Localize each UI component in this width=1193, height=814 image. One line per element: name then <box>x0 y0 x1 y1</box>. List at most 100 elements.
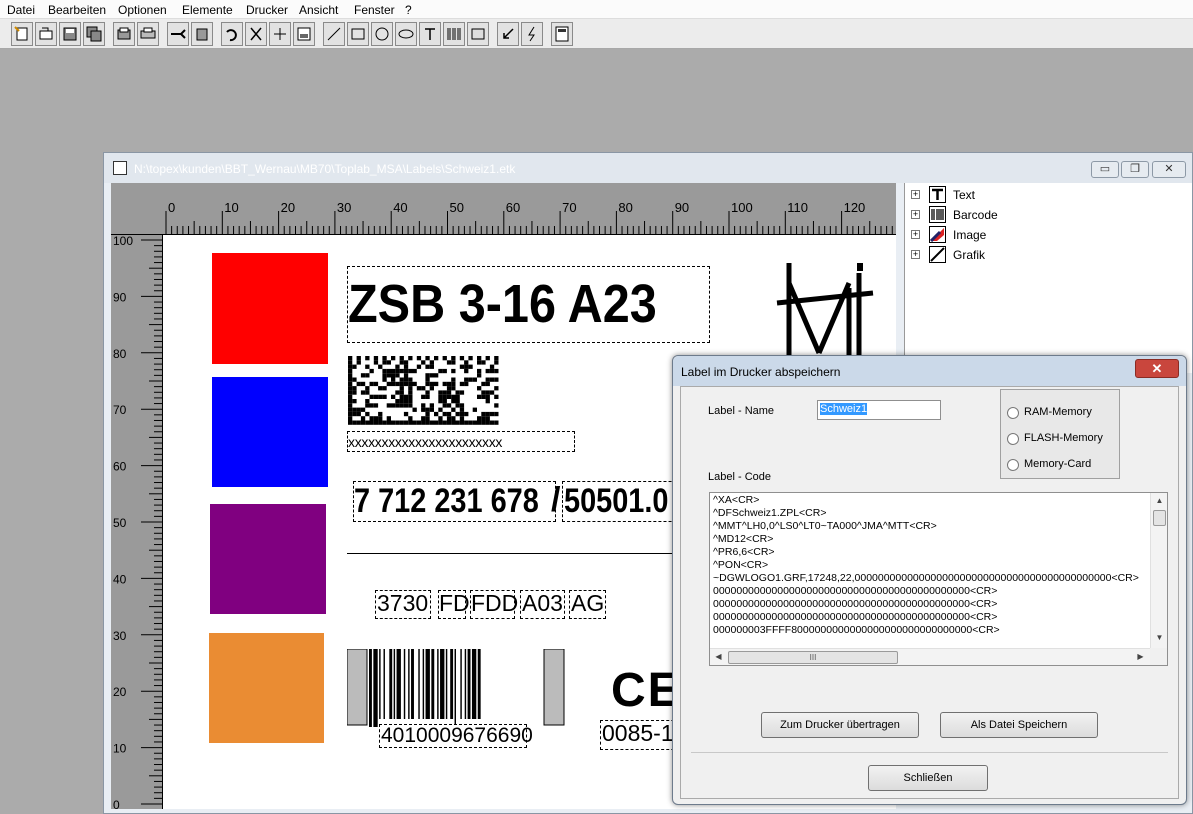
matrix-module <box>464 368 469 374</box>
matrix-module <box>489 377 495 382</box>
scissors-icon[interactable] <box>167 22 189 46</box>
close-dialog-button[interactable]: Schließen <box>868 765 988 791</box>
matrix-module <box>391 377 396 382</box>
calculator-icon[interactable] <box>551 22 573 46</box>
open-icon[interactable] <box>35 22 57 46</box>
matrix-module <box>451 356 456 361</box>
matrix-module <box>481 390 486 395</box>
matrix-module <box>429 373 434 378</box>
expand-icon[interactable]: + <box>911 190 920 199</box>
radio-circle[interactable] <box>1007 407 1019 419</box>
scroll-right-icon[interactable]: ▶ <box>1132 652 1149 661</box>
code-text-5: AG <box>571 590 605 616</box>
vertical-scrollbar[interactable]: ▲ ▼ <box>1150 493 1167 648</box>
matrix-module <box>468 356 473 361</box>
horizontal-scrollbar[interactable]: ◀ III ▶ <box>710 648 1150 665</box>
transfer-to-printer-button[interactable]: Zum Drucker übertragen <box>761 712 919 738</box>
restore-button[interactable]: ❐ <box>1121 161 1149 178</box>
ruler-label: 90 <box>113 290 127 304</box>
save-icon[interactable] <box>59 22 81 46</box>
headline-text: ZSB 3-16 A23 <box>348 274 657 334</box>
barcode-bar <box>418 649 420 719</box>
document-titlebar[interactable]: N:\topex\kunden\BBT_Wernau\MB70\Toplab_M… <box>104 153 1192 183</box>
scroll-up-icon[interactable]: ▲ <box>1151 496 1167 505</box>
matrix-module <box>373 360 379 365</box>
print-preview-icon[interactable] <box>113 22 135 46</box>
arrow-down-icon[interactable] <box>497 22 519 46</box>
menu-bearbeiten[interactable]: Bearbeiten <box>48 3 106 17</box>
image-tool-icon[interactable] <box>467 22 489 46</box>
menu-drucker[interactable]: Drucker <box>246 3 288 17</box>
matrix-module <box>481 360 486 365</box>
matrix-module <box>348 373 353 378</box>
matrix-module <box>421 394 426 399</box>
close-button[interactable]: ✕ <box>1152 161 1186 178</box>
save-all-icon[interactable] <box>83 22 105 46</box>
scroll-left-icon[interactable]: ◀ <box>710 652 727 661</box>
part-number-2-text: 50501.0 <box>564 482 669 520</box>
barcode-bar <box>450 649 454 719</box>
barcode-tool-icon[interactable] <box>443 22 465 46</box>
purple-square[interactable] <box>210 504 326 614</box>
minimize-button[interactable]: ▭ <box>1091 161 1119 178</box>
horizontal-scroll-thumb[interactable]: III <box>728 651 898 664</box>
new-icon[interactable] <box>11 22 33 46</box>
ellipse-tool-icon[interactable] <box>395 22 417 46</box>
align-icon[interactable] <box>269 22 291 46</box>
radio-circle[interactable] <box>1007 459 1019 471</box>
matrix-module <box>378 420 383 425</box>
barcode-bar <box>445 649 448 719</box>
matrix-module <box>438 368 443 374</box>
matrix-module <box>485 381 490 387</box>
menu-help[interactable]: ? <box>405 3 412 17</box>
text-tool-icon[interactable] <box>419 22 441 46</box>
blue-square[interactable] <box>212 377 328 487</box>
dialog-titlebar[interactable]: Label im Drucker abspeichern ✕ <box>673 356 1186 386</box>
matrix-module <box>434 373 439 378</box>
expand-icon[interactable]: + <box>911 210 920 219</box>
matrix-module <box>434 356 439 361</box>
ean-barcode[interactable] <box>347 649 566 728</box>
dialog-close-button[interactable]: ✕ <box>1135 359 1179 378</box>
matrix-module <box>442 368 447 374</box>
expand-icon[interactable]: + <box>911 250 920 259</box>
menu-optionen[interactable]: Optionen <box>118 3 167 17</box>
rectangle-tool-icon[interactable] <box>347 22 369 46</box>
scroll-down-icon[interactable]: ▼ <box>1151 633 1167 642</box>
matrix-module <box>382 368 387 374</box>
vertical-scroll-thumb[interactable] <box>1153 510 1166 526</box>
matrix-module <box>369 381 374 387</box>
paste-icon[interactable] <box>191 22 213 46</box>
matrix-module <box>348 416 353 421</box>
label-code-textarea[interactable]: ^XA<CR> ^DFSchweiz1.ZPL<CR> ^MMT^LH0,0^LS0… <box>709 492 1168 666</box>
menu-elemente[interactable]: Elemente <box>182 3 233 17</box>
lightning-icon[interactable] <box>521 22 543 46</box>
element-tree[interactable]: + Text + Barcode + Image + Grafik <box>904 183 1192 373</box>
ruler-label: 100 <box>113 235 133 248</box>
cut-icon[interactable] <box>245 22 267 46</box>
barcode-bar <box>383 649 385 719</box>
line-tool-icon[interactable] <box>323 22 345 46</box>
matrix-module <box>477 420 482 425</box>
save-label-dialog: Label im Drucker abspeichern ✕ Label - N… <box>672 355 1187 805</box>
matrix-module <box>485 411 490 417</box>
save-as-file-button[interactable]: Als Datei Speichern <box>940 712 1098 738</box>
menu-datei[interactable]: Datei <box>7 3 35 17</box>
red-square[interactable] <box>212 253 328 364</box>
circle-tool-icon[interactable] <box>371 22 393 46</box>
expand-icon[interactable]: + <box>911 230 920 239</box>
undo-icon[interactable] <box>221 22 243 46</box>
menu-ansicht[interactable]: Ansicht <box>299 3 338 17</box>
matrix-module <box>373 416 379 421</box>
properties-icon[interactable] <box>293 22 315 46</box>
matrix-module <box>348 407 353 412</box>
orange-square[interactable] <box>209 633 324 743</box>
print-icon[interactable] <box>137 22 159 46</box>
label-name-input[interactable]: Schweiz1 <box>817 400 941 420</box>
matrix-module <box>429 420 434 425</box>
radio-circle[interactable] <box>1007 433 1019 445</box>
matrix-module <box>382 394 387 399</box>
menu-fenster[interactable]: Fenster <box>354 3 395 17</box>
datamatrix-code[interactable] <box>348 356 500 426</box>
ruler-label: 90 <box>675 200 689 215</box>
